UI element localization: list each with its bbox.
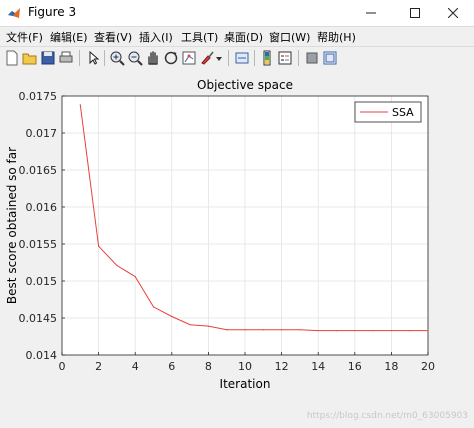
data-point xyxy=(171,315,173,318)
y-tick-label: 0.0145 xyxy=(19,312,58,325)
menu-insert[interactable]: 插入(I) xyxy=(139,29,173,45)
toolbar-separator xyxy=(254,50,255,66)
data-point xyxy=(152,306,155,308)
title-bar: Figure 3 xyxy=(0,0,474,27)
toolbar-separator xyxy=(104,50,105,66)
toolbar-separator xyxy=(228,50,229,66)
x-tick-label: 4 xyxy=(132,360,139,373)
y-tick-label: 0.0155 xyxy=(19,238,58,251)
y-tick-label: 0.0175 xyxy=(19,90,58,103)
data-point xyxy=(409,329,411,332)
data-point xyxy=(134,275,136,278)
toolbar-separator xyxy=(298,50,299,66)
select-arrow-icon[interactable] xyxy=(84,49,102,67)
new-figure-icon[interactable] xyxy=(3,49,21,67)
menu-file[interactable]: 文件(F) xyxy=(6,29,43,45)
open-file-icon[interactable] xyxy=(21,49,39,67)
data-point xyxy=(427,329,429,332)
y-tick-label: 0.014 xyxy=(26,349,58,362)
close-icon xyxy=(448,8,458,18)
menu-edit[interactable]: 编辑(E) xyxy=(50,29,88,45)
data-point xyxy=(79,104,81,106)
data-point xyxy=(116,264,118,267)
figure-toolbar xyxy=(0,46,474,70)
menu-view[interactable]: 查看(V) xyxy=(94,29,132,45)
y-tick-label: 0.015 xyxy=(26,275,58,288)
data-point xyxy=(207,325,209,327)
data-point xyxy=(226,329,228,331)
zoom-in-icon[interactable] xyxy=(108,49,126,67)
data-point xyxy=(299,329,301,331)
pan-icon[interactable] xyxy=(144,49,162,67)
minimize-button[interactable] xyxy=(348,0,394,26)
window-title: Figure 3 xyxy=(28,5,77,19)
insert-legend-icon[interactable] xyxy=(276,49,294,67)
data-point xyxy=(317,329,319,332)
insert-colorbar-icon[interactable] xyxy=(258,49,276,67)
data-point xyxy=(189,324,191,326)
menu-tools[interactable]: 工具(T) xyxy=(181,29,218,45)
x-tick-label: 6 xyxy=(168,360,175,373)
x-tick-label: 10 xyxy=(238,360,252,373)
toolbar-separator xyxy=(79,50,80,66)
close-button[interactable] xyxy=(430,0,474,26)
x-tick-label: 2 xyxy=(95,360,102,373)
y-tick-label: 0.017 xyxy=(26,127,58,140)
x-axis-label: Iteration xyxy=(220,377,271,391)
legend-label-ssa: SSA xyxy=(392,106,414,119)
watermark-text: https://blog.csdn.net/m0_63005903 xyxy=(307,411,468,421)
y-tick-label: 0.0165 xyxy=(19,164,58,177)
chart-title: Objective space xyxy=(197,78,293,92)
x-tick-label: 14 xyxy=(311,360,325,373)
zoom-out-icon[interactable] xyxy=(126,49,144,67)
menu-desktop[interactable]: 桌面(D) xyxy=(224,29,263,45)
x-tick-label: 16 xyxy=(348,360,362,373)
print-icon[interactable] xyxy=(57,49,75,67)
brush-dropdown-icon[interactable] xyxy=(214,49,224,67)
link-plot-icon[interactable] xyxy=(233,49,251,67)
x-tick-label: 0 xyxy=(59,360,66,373)
menu-help[interactable]: 帮助(H) xyxy=(317,29,356,45)
show-plot-tools-icon[interactable] xyxy=(321,49,339,67)
figure-canvas: 0 2 4 6 8 10 12 14 16 18 20 0.014 0.0145 0.015 0.0155 0… xyxy=(0,69,474,424)
x-tick-label: 18 xyxy=(384,360,398,373)
x-tick-label: 12 xyxy=(275,360,289,373)
data-point xyxy=(390,329,392,332)
data-point xyxy=(354,329,356,332)
data-point xyxy=(262,329,264,331)
matlab-logo-icon xyxy=(8,8,20,18)
data-point xyxy=(372,329,374,332)
data-point xyxy=(281,329,283,331)
minimize-icon xyxy=(366,12,376,14)
x-tick-label: 20 xyxy=(421,360,435,373)
data-point xyxy=(98,245,100,247)
data-cursor-icon[interactable] xyxy=(180,49,198,67)
maximize-icon xyxy=(410,8,420,18)
menu-window[interactable]: 窗口(W) xyxy=(269,29,310,45)
objective-space-chart[interactable]: 0 2 4 6 8 10 12 14 16 18 20 0.014 0.0145 0.015 0.0155 0… xyxy=(0,69,474,424)
hide-plot-tools-icon[interactable] xyxy=(303,49,321,67)
y-tick-label: 0.016 xyxy=(26,201,58,214)
menu-bar: 文件(F) 编辑(E) 查看(V) 插入(I) 工具(T) 桌面(D) 窗口(W… xyxy=(0,27,474,46)
legend[interactable]: SSA xyxy=(354,101,422,123)
data-point xyxy=(244,329,246,331)
y-axis-label: Best score obtained so far xyxy=(5,147,19,304)
save-icon[interactable] xyxy=(39,49,57,67)
rotate-3d-icon[interactable] xyxy=(162,49,180,67)
data-point xyxy=(335,329,338,332)
x-tick-label: 8 xyxy=(205,360,212,373)
